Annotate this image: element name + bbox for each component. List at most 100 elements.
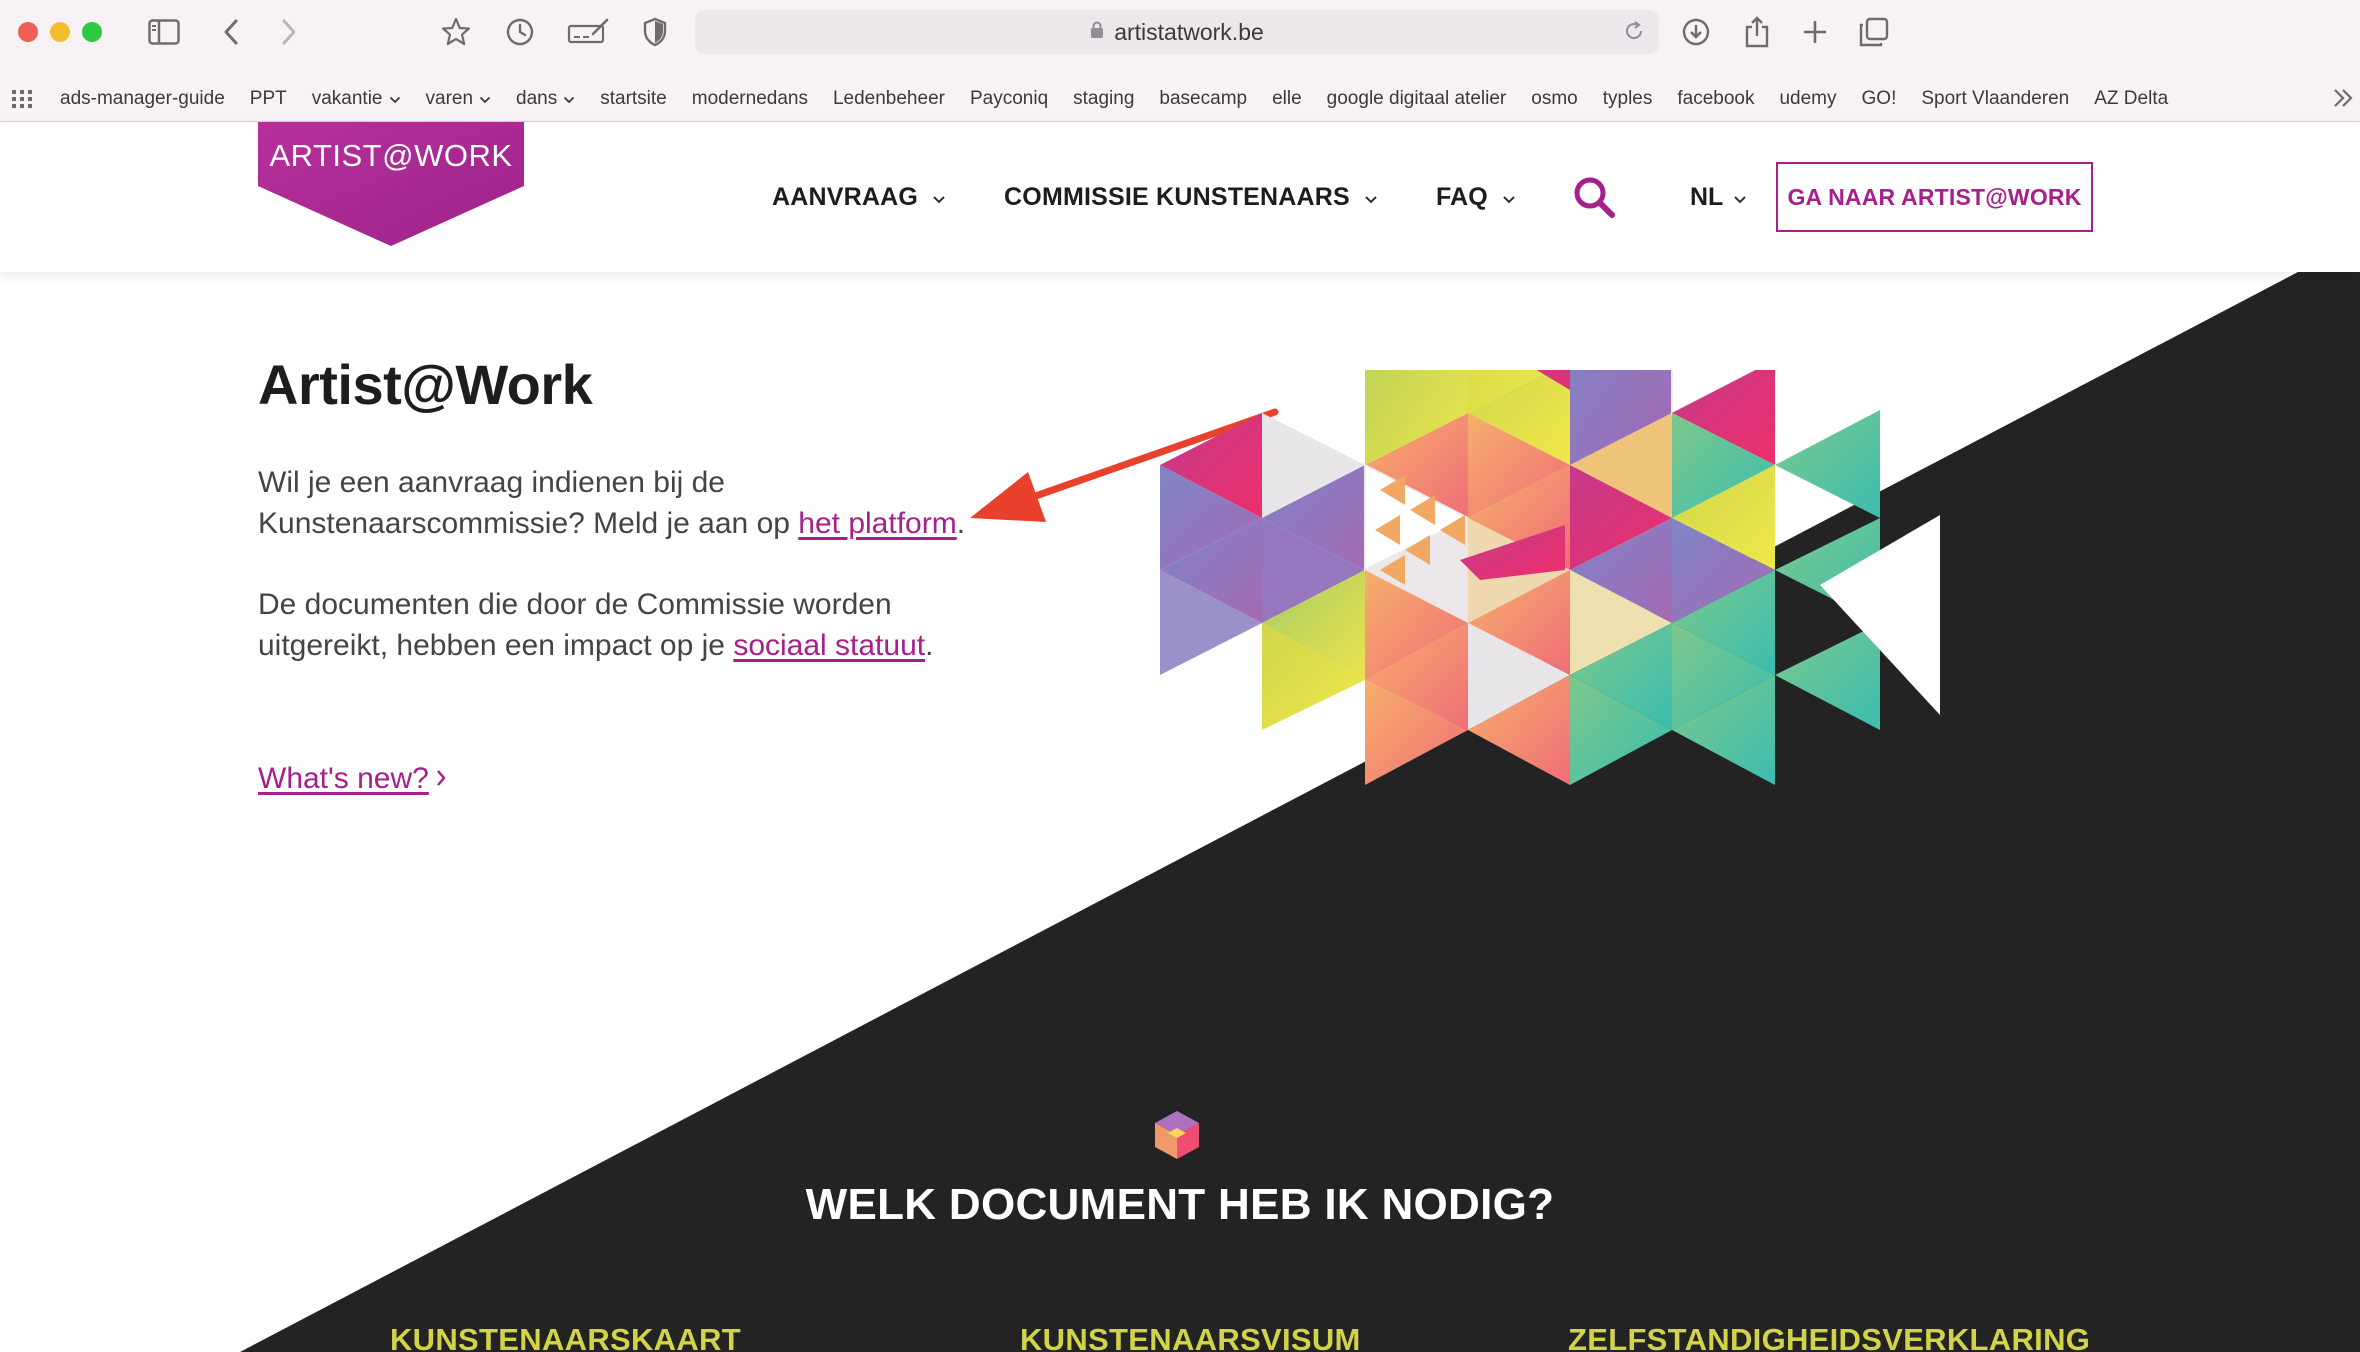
page-title: Artist@Work [258,353,593,416]
bookmark-label: staging [1073,88,1135,109]
nav-aanvraag[interactable]: AANVRAAG [772,183,946,212]
bookmark-item[interactable]: Ledenbeheer [833,88,945,110]
bookmark-item[interactable]: elle [1272,88,1302,110]
whats-new-link[interactable]: What's new? [258,762,447,796]
bookmark-item[interactable]: vakantie [312,88,401,110]
bookmark-item[interactable]: Payconiq [970,88,1048,110]
document-zelfstandigheidsverklaring[interactable]: ZELFSTANDIGHEIDSVERKLARING [1568,1322,2090,1352]
bookmark-label: AZ Delta [2094,88,2169,109]
address-bar[interactable]: artistatwork.be [695,10,1659,54]
artistatwork-logo[interactable]: ARTIST@WORK [258,122,524,246]
search-icon [1572,177,1616,223]
chevron-down-icon [1364,183,1378,212]
bookmark-item[interactable]: startsite [600,88,667,110]
downloads-icon[interactable] [1678,14,1714,50]
bookmark-label: GO! [1861,88,1897,109]
nav-commissie-kunstenaars[interactable]: COMMISSIE KUNSTENAARS [1004,183,1378,212]
documents-paragraph: De documenten die door de Commissie word… [258,584,1018,666]
site-header: ARTIST@WORK AANVRAAG COMMISSIE KUNSTENAA… [0,122,2360,272]
bookmark-label: udemy [1779,88,1837,109]
bookmark-label: ads-manager-guide [60,88,225,109]
new-tab-plus-icon[interactable] [1798,14,1832,50]
reload-icon[interactable] [1623,20,1645,47]
whats-new-label: What's new? [258,762,429,795]
chevron-down-icon [389,88,401,110]
privacy-shield-icon[interactable] [638,14,672,50]
forward-icon[interactable] [276,14,302,50]
tab-overview-icon[interactable] [1856,14,1892,50]
language-label: NL [1690,182,1724,211]
zoom-window-button[interactable] [82,22,102,42]
bookmark-label: Sport Vlaanderen [1921,88,2070,109]
sociaal-statuut-link[interactable]: sociaal statuut [733,629,925,662]
language-selector[interactable]: NL [1690,122,1747,272]
cube-icon [1150,1108,1204,1167]
bookmark-label: Ledenbeheer [832,88,945,109]
chevron-right-icon [435,762,447,796]
reader-edit-icon[interactable] [566,14,610,50]
bookmark-item[interactable]: GO! [1862,88,1897,110]
bookmarks-grid-icon[interactable] [12,90,32,113]
bookmark-item[interactable]: varen [426,88,492,110]
nav-faq-label: FAQ [1435,182,1488,211]
bookmark-label: google digitaal atelier [1326,88,1507,109]
bookmark-item[interactable]: Sport Vlaanderen [1921,88,2069,110]
chevron-down-icon [1733,183,1747,212]
nav-faq[interactable]: FAQ [1436,183,1516,212]
minimize-window-button[interactable] [50,22,70,42]
section-title: WELK DOCUMENT HEB IK NODIG? [805,1180,1555,1229]
bookmark-item[interactable]: basecamp [1159,88,1247,110]
bookmark-item[interactable]: AZ Delta [2094,88,2168,110]
bookmark-label: varen [425,88,474,109]
sidebar-toggle-icon[interactable] [146,14,182,50]
bookmark-star-icon[interactable] [438,14,474,50]
bookmark-item[interactable]: staging [1073,88,1134,110]
chevron-down-icon [932,183,946,212]
close-window-button[interactable] [18,22,38,42]
bookmark-label: PPT [249,88,287,109]
bookmark-item[interactable]: google digitaal atelier [1327,88,1507,110]
go-to-artistatwork-button[interactable]: GA NAAR ARTIST@WORK [1776,162,2093,232]
platform-link[interactable]: het platform [798,507,956,540]
bookmark-label: vakantie [311,88,383,109]
back-icon[interactable] [218,14,244,50]
lock-icon [1090,21,1104,44]
bookmark-label: Payconiq [969,88,1049,109]
more-bookmarks-icon[interactable] [2332,86,2354,115]
bookmark-item[interactable]: dans [516,88,575,110]
intro-text: Wil je een aanvraag indienen bij de Kuns… [258,466,799,540]
history-icon[interactable] [502,14,538,50]
bookmark-item[interactable]: facebook [1677,88,1754,110]
bookmark-item[interactable]: udemy [1779,88,1836,110]
search-button[interactable] [1572,175,1616,224]
bookmark-label: osmo [1531,88,1578,109]
main-nav: AANVRAAG COMMISSIE KUNSTENAARS FAQ [772,122,1516,272]
bookmark-label: typles [1602,88,1653,109]
chevron-down-icon [563,88,575,110]
document-kunstenaarsvisum[interactable]: KUNSTENAARSVISUM [1020,1322,1361,1352]
bookmark-item[interactable]: typles [1603,88,1653,110]
bookmark-label: startsite [600,88,667,109]
geometric-hero-artwork [1160,370,1940,785]
nav-commissie-label: COMMISSIE KUNSTENAARS [1004,182,1350,211]
bookmark-label: dans [516,88,558,109]
bookmark-label: modernedans [691,88,808,109]
bookmark-item[interactable]: modernedans [692,88,808,110]
url-text: artistatwork.be [1114,18,1264,45]
logo-text: ARTIST@WORK [269,138,513,173]
bookmark-label: facebook [1677,88,1755,109]
bookmark-label: basecamp [1159,88,1248,109]
bookmark-item[interactable]: osmo [1531,88,1577,110]
document-kunstenaarskaart[interactable]: KUNSTENAARSKAART [390,1322,741,1352]
intro-paragraph: Wil je een aanvraag indienen bij de Kuns… [258,462,1018,544]
browser-toolbar: artistatwork.be [0,0,2360,76]
share-icon[interactable] [1740,14,1774,50]
bookmark-item[interactable]: ads-manager-guide [60,88,225,110]
documents-text-end: . [925,629,934,662]
bookmarks-bar: ads-manager-guide PPT vakantie varen dans sta… [0,76,2360,122]
bookmark-item[interactable]: PPT [250,88,287,110]
chevron-down-icon [479,88,491,110]
nav-aanvraag-label: AANVRAAG [772,182,919,211]
bookmark-list: ads-manager-guide PPT vakantie varen dans sta… [60,76,2193,122]
chevron-down-icon [1502,183,1516,212]
